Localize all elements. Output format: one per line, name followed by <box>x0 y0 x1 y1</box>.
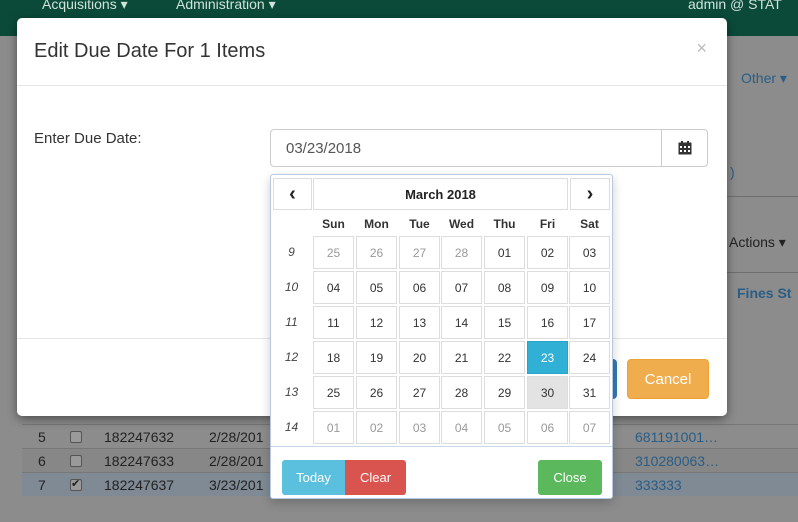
week-number: 11 <box>285 315 298 329</box>
day-cell[interactable]: 14 <box>441 306 482 339</box>
row-checkbox[interactable] <box>70 455 82 467</box>
day-cell[interactable]: 17 <box>569 306 610 339</box>
day-cell[interactable]: 05 <box>484 411 525 444</box>
day-cell[interactable]: 31 <box>569 376 610 409</box>
day-cell[interactable]: 07 <box>441 271 482 304</box>
day-cell[interactable]: 01 <box>313 411 354 444</box>
day-cell[interactable]: 27 <box>399 236 440 269</box>
close-icon[interactable]: × <box>696 38 707 59</box>
due-date-label: Enter Due Date: <box>34 130 142 147</box>
row-date: 2/28/201 <box>209 429 264 445</box>
day-cell[interactable]: 26 <box>356 376 397 409</box>
week-number: 10 <box>284 280 299 294</box>
day-cell[interactable]: 25 <box>313 376 354 409</box>
week-number: 12 <box>284 350 299 364</box>
week-number: 14 <box>284 420 299 434</box>
bg-divider <box>727 196 798 197</box>
day-cell[interactable]: 10 <box>569 271 610 304</box>
weekday-header: Mon <box>364 217 389 231</box>
day-cell[interactable]: 24 <box>569 341 610 374</box>
today-button[interactable]: Today <box>282 460 345 495</box>
bg-fines-header: Fines St <box>737 285 792 301</box>
save-button-edge[interactable] <box>613 359 617 399</box>
day-cell[interactable]: 23 <box>527 341 568 374</box>
day-cell[interactable]: 04 <box>313 271 354 304</box>
nav-user[interactable]: admin @ STAT <box>688 0 782 11</box>
day-cell[interactable]: 29 <box>484 376 525 409</box>
nav-administration[interactable]: Administration ▾ <box>176 0 276 11</box>
nav-acquisitions[interactable]: Acquisitions ▾ <box>42 0 128 11</box>
day-cell[interactable]: 07 <box>569 411 610 444</box>
day-cell[interactable]: 27 <box>399 376 440 409</box>
weekday-header: Fri <box>539 217 556 231</box>
clear-button[interactable]: Clear <box>345 460 406 495</box>
day-cell[interactable]: 03 <box>399 411 440 444</box>
day-cell[interactable]: 18 <box>313 341 354 374</box>
day-cell[interactable]: 30 <box>527 376 568 409</box>
day-cell[interactable]: 09 <box>527 271 568 304</box>
bg-actions-menu[interactable]: Actions ▾ <box>729 234 786 251</box>
day-cell[interactable]: 11 <box>313 306 354 339</box>
week-number: 9 <box>288 245 295 259</box>
calendar-toggle-button[interactable] <box>661 129 708 167</box>
bg-other-menu[interactable]: Other ▾ <box>741 70 787 87</box>
month-title-button[interactable]: March 2018 <box>313 178 568 210</box>
day-cell[interactable]: 04 <box>441 411 482 444</box>
row-number: 6 <box>38 453 46 469</box>
row-checkbox[interactable] <box>70 431 82 443</box>
day-cell[interactable]: 08 <box>484 271 525 304</box>
calendar-icon <box>678 141 691 155</box>
weekday-header: Tue <box>409 217 430 231</box>
day-cell[interactable]: 16 <box>527 306 568 339</box>
day-cell[interactable]: 06 <box>399 271 440 304</box>
day-cell[interactable]: 02 <box>527 236 568 269</box>
row-barcode: 182247632 <box>104 429 175 445</box>
day-cell[interactable]: 25 <box>313 236 354 269</box>
row-barcode: 182247637 <box>104 477 175 493</box>
chevron-right-icon: › <box>586 183 594 205</box>
row-item-link[interactable]: 333333 <box>635 477 682 493</box>
chevron-left-icon: ‹ <box>289 183 296 205</box>
prev-month-button[interactable]: ‹ <box>273 178 312 210</box>
weekday-header: Sun <box>322 217 345 231</box>
day-cell[interactable]: 22 <box>484 341 525 374</box>
row-number: 7 <box>38 477 46 493</box>
weekday-header: Sat <box>580 217 599 231</box>
day-cell[interactable]: 06 <box>527 411 568 444</box>
row-date: 3/23/201 <box>209 477 264 493</box>
day-cell[interactable]: 12 <box>356 306 397 339</box>
day-cell[interactable]: 21 <box>441 341 482 374</box>
row-number: 5 <box>38 429 46 445</box>
row-checkbox[interactable] <box>70 477 82 491</box>
day-cell[interactable]: 28 <box>441 376 482 409</box>
datepicker-popup: ‹ March 2018 › Sun Mon Tue Wed Thu Fri Sat 9 25 2… <box>270 174 613 499</box>
weekday-header: Thu <box>493 217 516 231</box>
next-month-button[interactable]: › <box>570 178 610 210</box>
day-cell[interactable]: 20 <box>399 341 440 374</box>
day-cell[interactable]: 03 <box>569 236 610 269</box>
calendar-grid: ‹ March 2018 › Sun Mon Tue Wed Thu Fri Sat 9 25 2… <box>271 175 612 447</box>
weekday-header: Wed <box>448 217 475 231</box>
bg-partial-text: ) <box>730 164 735 180</box>
day-cell[interactable]: 02 <box>356 411 397 444</box>
cancel-button[interactable]: Cancel <box>627 359 709 399</box>
row-barcode: 182247633 <box>104 453 175 469</box>
day-cell[interactable]: 05 <box>356 271 397 304</box>
day-cell[interactable]: 15 <box>484 306 525 339</box>
row-item-link[interactable]: 681191001… <box>635 429 718 445</box>
due-date-input-group <box>270 129 708 167</box>
due-date-input[interactable] <box>270 129 661 167</box>
modal-title: Edit Due Date For 1 Items <box>34 40 266 62</box>
day-cell[interactable]: 13 <box>399 306 440 339</box>
day-cell[interactable]: 19 <box>356 341 397 374</box>
day-cell[interactable]: 01 <box>484 236 525 269</box>
day-cell[interactable]: 28 <box>441 236 482 269</box>
modal-header: Edit Due Date For 1 Items × <box>17 18 727 86</box>
row-date: 2/28/201 <box>209 453 264 469</box>
bg-divider <box>727 272 798 273</box>
close-button[interactable]: Close <box>538 460 602 495</box>
week-number: 13 <box>284 385 299 399</box>
row-item-link[interactable]: 310280063… <box>635 453 719 469</box>
day-cell[interactable]: 26 <box>356 236 397 269</box>
